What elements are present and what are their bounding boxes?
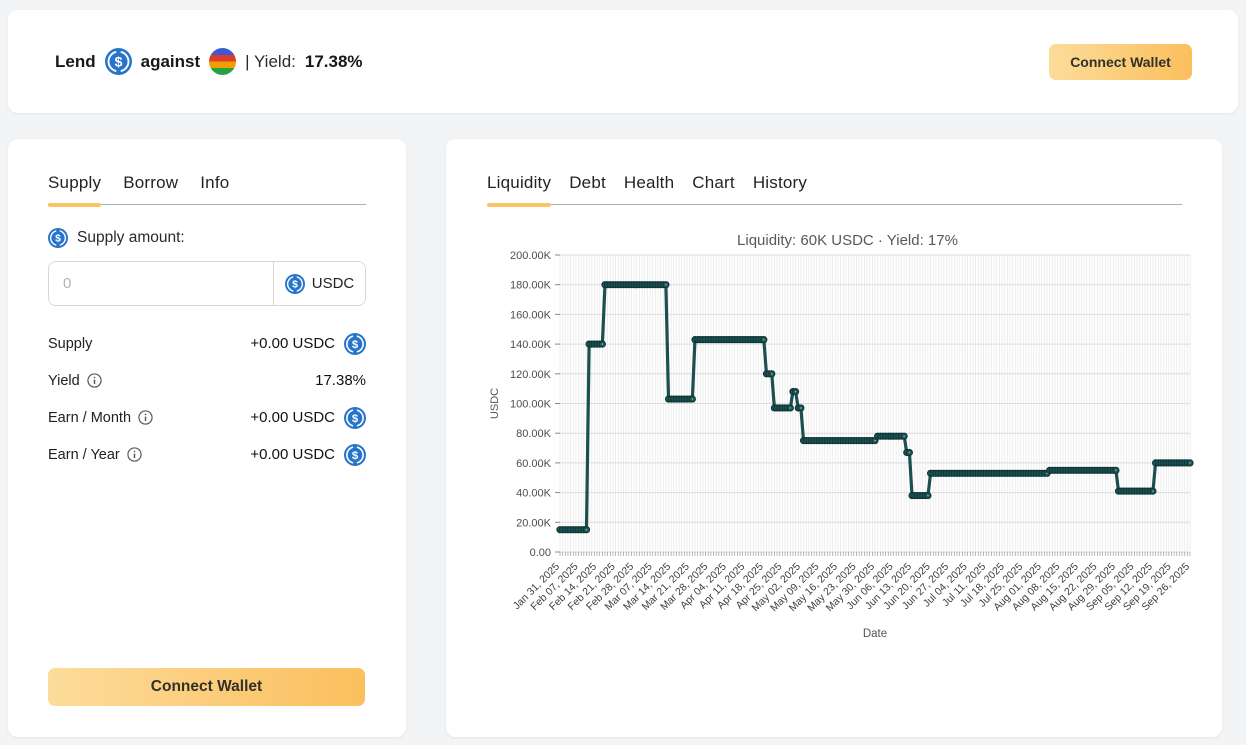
tab-label: Debt — [569, 173, 606, 192]
supply-amount-label: Supply amount: — [77, 229, 185, 247]
tab-label: Chart — [692, 173, 735, 192]
chart-title: Liquidity: 60K USDC · Yield: 17% — [487, 232, 1208, 249]
info-icon[interactable] — [138, 410, 153, 425]
detail-row: Earn / Year +0.00 USDC $ — [48, 436, 366, 473]
tab-health[interactable]: Health — [624, 173, 674, 193]
svg-text:$: $ — [292, 279, 298, 290]
tab-liquidity[interactable]: Liquidity — [487, 173, 551, 193]
yield-label: | Yield: — [245, 52, 296, 72]
detail-label: Yield — [48, 373, 80, 389]
supply-amount-input[interactable] — [49, 262, 273, 305]
tab-history[interactable]: History — [753, 173, 807, 193]
connect-wallet-button[interactable]: Connect Wallet — [48, 668, 365, 706]
detail-value: 17.38% — [315, 372, 366, 389]
connect-wallet-button[interactable]: Connect Wallet — [1049, 44, 1192, 80]
svg-text:120.00K: 120.00K — [510, 369, 552, 381]
tab-supply[interactable]: Supply — [48, 173, 101, 193]
tab-label: Liquidity — [487, 173, 551, 192]
info-icon[interactable] — [127, 447, 142, 462]
detail-label: Earn / Year — [48, 447, 120, 463]
tab-label: History — [753, 173, 807, 192]
liquidity-chart-svg: 0.00 20.00K 40.00K 60.00K 80.00K 100.00K 120.0… — [487, 250, 1227, 650]
tab-info[interactable]: Info — [200, 173, 229, 193]
header-card: Lend $ against | Yield: 17.38% Connect W… — [8, 10, 1238, 113]
active-tab-underline — [48, 203, 101, 207]
svg-text:60.00K: 60.00K — [516, 458, 552, 470]
detail-value: +0.00 USDC — [250, 446, 335, 463]
svg-text:200.00K: 200.00K — [510, 250, 552, 262]
info-icon[interactable] — [87, 373, 102, 388]
yield-value: 17.38% — [305, 52, 363, 72]
tab-label: Health — [624, 173, 674, 192]
usdc-icon: $ — [344, 333, 366, 355]
supply-card: Supply Borrow Info $ Supply amount: $ USDC… — [8, 139, 406, 737]
supply-card-tabs: Supply Borrow Info — [48, 173, 366, 205]
detail-label: Earn / Month — [48, 410, 131, 426]
market-card: Liquidity Debt Health Chart History Liquidit… — [446, 139, 1222, 737]
detail-label: Supply — [48, 336, 92, 352]
svg-text:160.00K: 160.00K — [510, 309, 552, 321]
usdc-icon: $ — [285, 274, 305, 294]
lend-label: Lend — [55, 52, 96, 72]
svg-text:USDC: USDC — [489, 388, 501, 419]
svg-text:$: $ — [352, 449, 359, 461]
svg-text:$: $ — [114, 53, 122, 69]
svg-text:180.00K: 180.00K — [510, 280, 552, 292]
tab-label: Info — [200, 173, 229, 192]
detail-row: Earn / Month +0.00 USDC $ — [48, 399, 366, 436]
detail-value: +0.00 USDC — [250, 409, 335, 426]
against-label: against — [141, 52, 201, 72]
detail-row: Supply +0.00 USDC $ — [48, 325, 366, 362]
svg-text:20.00K: 20.00K — [516, 517, 552, 529]
supply-details: Supply+0.00 USDC $ Yield 17.38%Earn / Mo… — [48, 325, 366, 473]
svg-text:40.00K: 40.00K — [516, 488, 552, 500]
market-card-tabs: Liquidity Debt Health Chart History — [487, 173, 1182, 205]
svg-text:0.00: 0.00 — [530, 547, 551, 559]
market-pair-line: Lend $ against | Yield: 17.38% — [55, 48, 363, 75]
detail-row: Yield 17.38% — [48, 362, 366, 399]
liquidity-chart: 0.00 20.00K 40.00K 60.00K 80.00K 100.00K 120.0… — [487, 250, 1222, 655]
svg-text:$: $ — [352, 338, 359, 350]
svg-text:Date: Date — [863, 628, 887, 640]
detail-value: +0.00 USDC — [250, 335, 335, 352]
usdc-icon: $ — [344, 407, 366, 429]
svg-text:140.00K: 140.00K — [510, 339, 552, 351]
currency-label: USDC — [312, 275, 355, 292]
collateral-token-icon — [209, 48, 236, 75]
usdc-icon: $ — [344, 444, 366, 466]
tab-debt[interactable]: Debt — [569, 173, 606, 193]
svg-text:$: $ — [55, 234, 61, 245]
active-tab-underline — [487, 203, 551, 207]
usdc-icon: $ — [48, 228, 68, 248]
supply-amount-group: $ USDC — [48, 261, 366, 306]
usdc-icon: $ — [105, 48, 132, 75]
svg-text:100.00K: 100.00K — [510, 399, 552, 411]
tab-label: Supply — [48, 173, 101, 192]
tab-label: Borrow — [123, 173, 178, 192]
currency-selector[interactable]: $ USDC — [273, 262, 365, 305]
svg-text:80.00K: 80.00K — [516, 428, 552, 440]
svg-text:$: $ — [352, 412, 359, 424]
tab-borrow[interactable]: Borrow — [123, 173, 178, 193]
tab-chart[interactable]: Chart — [692, 173, 735, 193]
